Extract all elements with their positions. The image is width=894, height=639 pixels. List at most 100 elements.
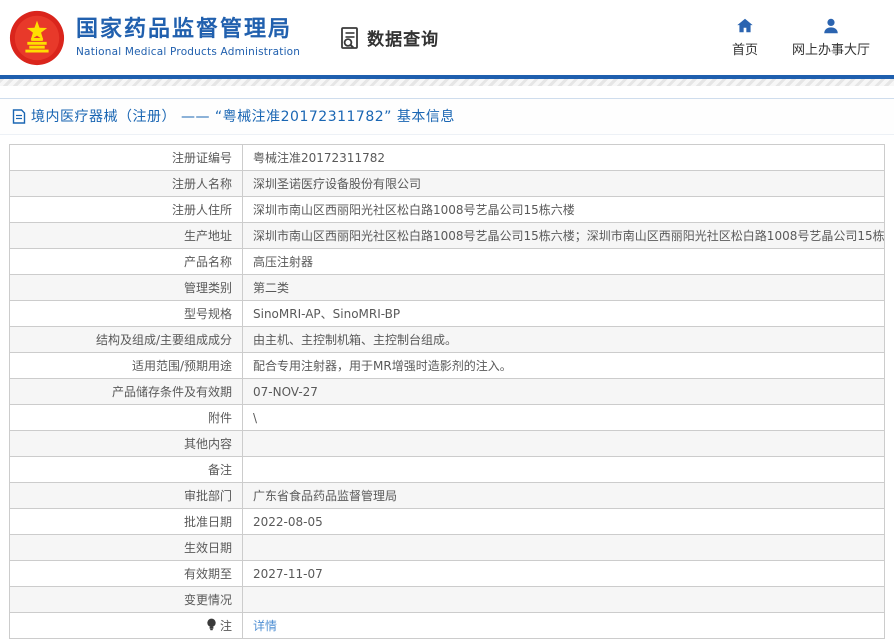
row-value: 深圳圣诺医疗设备股份有限公司 [243,171,885,197]
row-value: \ [243,405,885,431]
table-row: 注册人住所深圳市南山区西丽阳光社区松白路1008号艺晶公司15栋六楼 [10,197,885,223]
table-row: 型号规格 SinoMRI-AP、SinoMRI-BP [10,301,885,327]
table-row: 管理类别第二类 [10,275,885,301]
row-label-text: 注册人名称 [172,177,232,191]
row-label-text: 产品名称 [184,255,232,269]
row-label: 注册人住所 [10,197,243,223]
table-row: 审批部门广东省食品药品监督管理局 [10,483,885,509]
table-row: 注册人名称深圳圣诺医疗设备股份有限公司 [10,171,885,197]
row-label: 型号规格 [10,301,243,327]
header-striped-band [0,79,894,86]
row-label: 结构及组成/主要组成成分 [10,327,243,353]
row-label-text: 管理类别 [184,281,232,295]
home-icon [736,17,754,35]
nav-home[interactable]: 首页 [732,17,758,58]
row-label-text: 结构及组成/主要组成成分 [96,333,232,347]
table-row: 产品储存条件及有效期 07-NOV-27 [10,379,885,405]
row-value: 2027-11-07 [243,561,885,587]
info-table-body: 注册证编号粤械注准20172311782注册人名称深圳圣诺医疗设备股份有限公司注… [10,145,885,639]
row-label: 注 [10,613,243,639]
row-label: 产品名称 [10,249,243,275]
data-query-link[interactable]: 数据查询 [338,25,439,50]
nav-service-hall-label: 网上办事大厅 [792,39,870,58]
row-value: 高压注射器 [243,249,885,275]
row-value: 详情 [243,613,885,639]
table-row: 批准日期 2022-08-05 [10,509,885,535]
row-label: 备注 [10,457,243,483]
row-value: 广东省食品药品监督管理局 [243,483,885,509]
row-label-text: 批准日期 [184,515,232,529]
row-label: 适用范围/预期用途 [10,353,243,379]
row-label: 注册人名称 [10,171,243,197]
row-value: 由主机、主控制机箱、主控制台组成。 [243,327,885,353]
row-label-text: 生产地址 [184,229,232,243]
top-nav: 首页 网上办事大厅 [732,17,870,58]
row-value [243,587,885,613]
row-value: 07-NOV-27 [243,379,885,405]
row-label-text: 注册人住所 [172,203,232,217]
row-value: 粤械注准20172311782 [243,145,885,171]
brand-text: 国家药品监督管理局 National Medical Products Admi… [76,17,300,57]
table-row: 有效期至 2027-11-07 [10,561,885,587]
row-label: 生产地址 [10,223,243,249]
bulb-icon [206,618,217,634]
org-name-cn: 国家药品监督管理局 [76,17,300,43]
row-value: 深圳市南山区西丽阳光社区松白路1008号艺晶公司15栋六楼；深圳市南山区西丽阳光… [243,223,885,249]
table-row: 生产地址深圳市南山区西丽阳光社区松白路1008号艺晶公司15栋六楼；深圳市南山区… [10,223,885,249]
row-value: 深圳市南山区西丽阳光社区松白路1008号艺晶公司15栋六楼 [243,197,885,223]
row-value [243,535,885,561]
data-query-icon [338,26,362,50]
row-label: 注册证编号 [10,145,243,171]
row-label-text: 注册证编号 [172,151,232,165]
table-row: 其他内容 [10,431,885,457]
row-label-text: 型号规格 [184,307,232,321]
row-label-text: 生效日期 [184,541,232,555]
row-value [243,457,885,483]
brand: 国家药品监督管理局 National Medical Products Admi… [8,9,300,67]
nav-home-label: 首页 [732,39,758,58]
row-label-text: 产品储存条件及有效期 [112,385,232,399]
row-value: 2022-08-05 [243,509,885,535]
row-label: 其他内容 [10,431,243,457]
breadcrumb-text: 境内医疗器械（注册） —— “粤械注准20172311782” 基本信息 [31,106,455,126]
org-name-en: National Medical Products Administration [76,46,300,58]
table-row: 注册证编号粤械注准20172311782 [10,145,885,171]
row-value: SinoMRI-AP、SinoMRI-BP [243,301,885,327]
document-icon [12,109,26,124]
row-label-text: 注 [220,619,232,633]
row-label-text: 变更情况 [184,593,232,607]
row-label-text: 适用范围/预期用途 [132,359,232,373]
data-query-label: 数据查询 [367,25,439,50]
row-label-text: 备注 [208,463,232,477]
row-label-text: 审批部门 [184,489,232,503]
row-label: 产品储存条件及有效期 [10,379,243,405]
row-value [243,431,885,457]
row-value: 配合专用注射器，用于MR增强时造影剂的注入。 [243,353,885,379]
table-row: 变更情况 [10,587,885,613]
info-table: 注册证编号粤械注准20172311782注册人名称深圳圣诺医疗设备股份有限公司注… [9,144,885,639]
table-row: 注 详情 [10,613,885,639]
national-emblem-logo [8,9,66,67]
details-link[interactable]: 详情 [253,619,277,633]
row-label: 生效日期 [10,535,243,561]
row-label: 有效期至 [10,561,243,587]
row-label: 附件 [10,405,243,431]
nav-service-hall[interactable]: 网上办事大厅 [792,17,870,58]
row-label-text: 有效期至 [184,567,232,581]
table-row: 产品名称高压注射器 [10,249,885,275]
site-header: 国家药品监督管理局 National Medical Products Admi… [0,0,894,75]
row-label: 审批部门 [10,483,243,509]
row-label-text: 其他内容 [184,437,232,451]
user-icon [822,17,840,35]
row-label: 批准日期 [10,509,243,535]
table-row: 结构及组成/主要组成成分由主机、主控制机箱、主控制台组成。 [10,327,885,353]
row-label: 管理类别 [10,275,243,301]
table-row: 适用范围/预期用途配合专用注射器，用于MR增强时造影剂的注入。 [10,353,885,379]
row-value: 第二类 [243,275,885,301]
row-label: 变更情况 [10,587,243,613]
table-row: 备注 [10,457,885,483]
breadcrumb: 境内医疗器械（注册） —— “粤械注准20172311782” 基本信息 [0,98,894,135]
table-row: 生效日期 [10,535,885,561]
table-row: 附件 \ [10,405,885,431]
row-label-text: 附件 [208,411,232,425]
